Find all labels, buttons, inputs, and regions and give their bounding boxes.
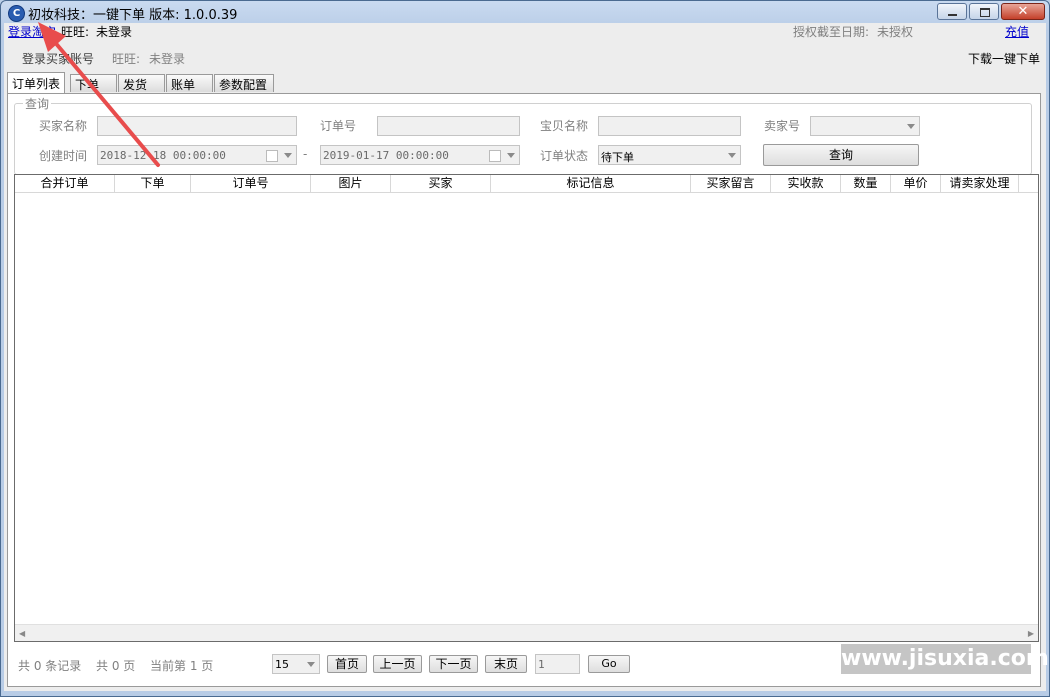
buyer-wangwang-status: 未登录 [149,52,186,66]
column-header[interactable]: 订单号 [191,175,311,192]
buyer-name-input[interactable] [97,116,297,136]
chevron-down-icon [507,153,515,158]
item-name-input[interactable] [598,116,741,136]
search-button[interactable]: 查询 [763,144,919,166]
chevron-down-icon [728,153,736,158]
close-icon: ✕ [1017,4,1029,19]
first-page-button[interactable]: 首页 [327,655,367,673]
go-button[interactable]: Go [588,655,630,673]
order-list-panel: 查询 买家名称 订单号 宝贝名称 卖家号 创建时间 2018-12-18 00:… [7,93,1041,687]
minimize-icon [948,14,957,16]
license-label: 授权截至日期: [793,25,870,39]
order-no-input[interactable] [377,116,520,136]
current-page: 当前第 1 页 [150,659,214,673]
column-header[interactable]: 单价 [891,175,941,192]
scroll-left-icon[interactable]: ◀ [19,629,25,638]
seller-label: 卖家号 [764,119,801,133]
tab-order-list[interactable]: 订单列表 [7,72,65,93]
next-page-button[interactable]: 下一页 [429,655,478,673]
order-no-label: 订单号 [320,119,357,133]
column-header[interactable]: 实收款 [771,175,841,192]
order-status-select[interactable]: 待下单 [598,145,741,165]
client-area: 登录淘宝 旺旺: 未登录 授权截至日期: 未授权 充值 登录买家账号 旺旺: 未… [4,23,1046,691]
table-header: 合并订单 下单 订单号 图片 买家 标记信息 买家留言 实收款 数量 单价 请卖… [15,175,1038,193]
tab-place-order[interactable]: 下单 [70,74,117,92]
query-legend: 查询 [23,95,52,112]
column-header[interactable]: 数量 [841,175,891,192]
page-size-select[interactable]: 15 [272,654,320,674]
minimize-button[interactable] [937,3,967,20]
calendar-icon [266,150,278,162]
chevron-down-icon [307,662,315,667]
total-pages: 共 0 页 [96,659,136,673]
column-header[interactable]: 请卖家处理 [941,175,1019,192]
created-time-label: 创建时间 [39,149,88,163]
column-header[interactable]: 买家 [391,175,491,192]
column-header[interactable]: 下单 [115,175,191,192]
last-page-button[interactable]: 末页 [485,655,527,673]
wangwang-status: 未登录 [96,25,133,39]
maximize-button[interactable] [969,3,999,20]
license-status: 未授权 [877,25,914,39]
horizontal-scrollbar[interactable]: ◀ ▶ [15,624,1038,641]
buyer-login-button[interactable]: 登录买家账号 [22,50,94,67]
order-status-label: 订单状态 [540,149,589,163]
tab-ship[interactable]: 发货 [118,74,165,92]
date-from-picker[interactable]: 2018-12-18 00:00:00 [97,145,297,165]
app-logo-icon: C [8,5,25,22]
buyer-wangwang-label: 旺旺: [112,52,141,66]
column-header[interactable]: 标记信息 [491,175,691,192]
chevron-down-icon [284,153,292,158]
goto-page-input[interactable]: 1 [535,654,580,674]
buyer-name-label: 买家名称 [39,119,88,133]
date-separator: - [303,147,308,161]
column-header[interactable]: 买家留言 [691,175,771,192]
scroll-right-icon[interactable]: ▶ [1028,629,1034,638]
total-records: 共 0 条记录 [18,659,82,673]
tab-bill[interactable]: 账单 [166,74,213,92]
query-group: 查询 买家名称 订单号 宝贝名称 卖家号 创建时间 2018-12-18 00:… [14,95,1032,175]
close-button[interactable]: ✕ [1001,3,1045,20]
download-link[interactable]: 下载一键下单 [968,50,1040,67]
login-taobao-link[interactable]: 登录淘宝 [8,23,56,40]
item-name-label: 宝贝名称 [540,119,589,133]
prev-page-button[interactable]: 上一页 [373,655,422,673]
app-window: C 初妆科技：一键下单 版本: 1.0.0.39 ✕ 登录淘宝 旺旺: 未登录 … [0,0,1050,697]
column-header[interactable]: 图片 [311,175,391,192]
maximize-icon [980,8,990,17]
column-header[interactable]: 合并订单 [15,175,115,192]
window-title: 初妆科技：一键下单 版本: 1.0.0.39 [28,8,238,23]
seller-select[interactable] [810,116,920,136]
recharge-link[interactable]: 充值 [1005,23,1029,40]
chevron-down-icon [907,124,915,129]
title-bar[interactable]: C 初妆科技：一键下单 版本: 1.0.0.39 ✕ [1,1,1049,23]
order-table: 合并订单 下单 订单号 图片 买家 标记信息 买家留言 实收款 数量 单价 请卖… [14,174,1039,642]
tab-settings[interactable]: 参数配置 [214,74,274,92]
wangwang-label: 旺旺: [61,25,90,39]
watermark: www.jisuxia.com [841,644,1049,674]
calendar-icon [489,150,501,162]
date-to-picker[interactable]: 2019-01-17 00:00:00 [320,145,520,165]
